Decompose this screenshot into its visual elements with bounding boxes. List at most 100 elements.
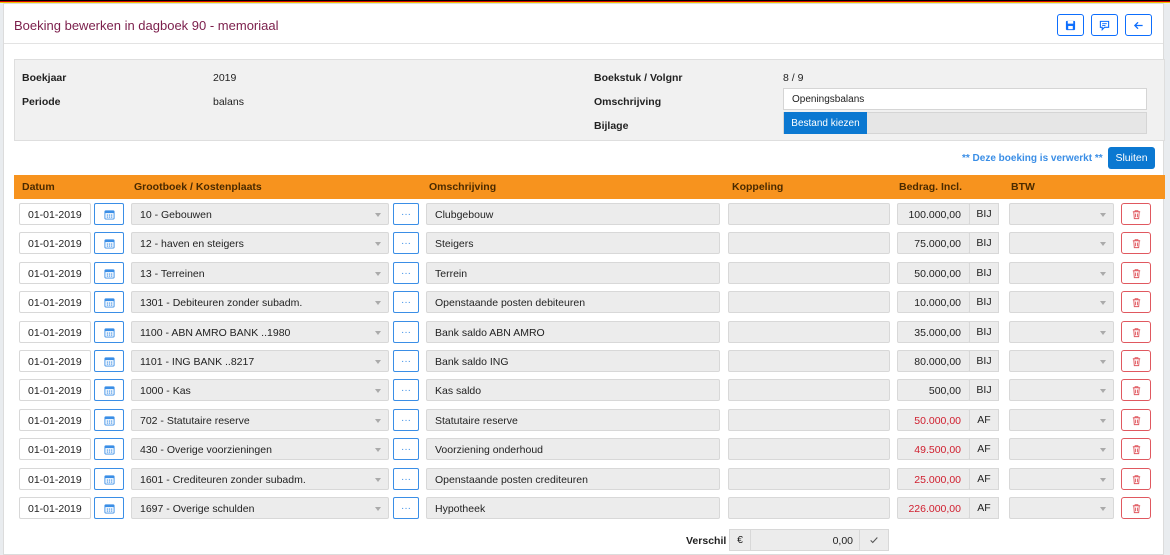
btw-select[interactable] — [1009, 409, 1114, 431]
description-field[interactable]: Openstaande posten debiteuren — [426, 291, 720, 313]
account-select[interactable]: 1101 - ING BANK ..8217 — [131, 350, 389, 372]
more-options-button[interactable]: ··· — [393, 379, 419, 401]
koppeling-field[interactable] — [728, 291, 890, 313]
amount-field[interactable]: 50.000,00 — [897, 262, 970, 284]
description-field[interactable]: Terrein — [426, 262, 720, 284]
more-options-button[interactable]: ··· — [393, 468, 419, 490]
btw-select[interactable] — [1009, 321, 1114, 343]
btw-select[interactable] — [1009, 350, 1114, 372]
calendar-button[interactable] — [94, 409, 124, 431]
omschrijving-field[interactable]: Openingsbalans — [783, 88, 1147, 110]
calendar-button[interactable] — [94, 262, 124, 284]
description-field[interactable]: Openstaande posten crediteuren — [426, 468, 720, 490]
description-field[interactable]: Kas saldo — [426, 379, 720, 401]
btw-select[interactable] — [1009, 497, 1114, 519]
description-field[interactable]: Bank saldo ING — [426, 350, 720, 372]
calendar-button[interactable] — [94, 379, 124, 401]
btw-select[interactable] — [1009, 468, 1114, 490]
amount-field[interactable]: 25.000,00 — [897, 468, 970, 490]
close-button[interactable]: Sluiten — [1108, 147, 1155, 169]
btw-select[interactable] — [1009, 203, 1114, 225]
amount-field[interactable]: 500,00 — [897, 379, 970, 401]
btw-select[interactable] — [1009, 291, 1114, 313]
date-field[interactable]: 01-01-2019 — [19, 262, 91, 284]
calendar-button[interactable] — [94, 468, 124, 490]
description-field[interactable]: Statutaire reserve — [426, 409, 720, 431]
more-options-button[interactable]: ··· — [393, 409, 419, 431]
koppeling-field[interactable] — [728, 350, 890, 372]
btw-select[interactable] — [1009, 438, 1114, 460]
delete-row-button[interactable] — [1121, 379, 1151, 401]
amount-field[interactable]: 35.000,00 — [897, 321, 970, 343]
koppeling-field[interactable] — [728, 379, 890, 401]
koppeling-field[interactable] — [728, 262, 890, 284]
account-select[interactable]: 1601 - Crediteuren zonder subadm. — [131, 468, 389, 490]
delete-row-button[interactable] — [1121, 291, 1151, 313]
comment-button[interactable] — [1091, 14, 1118, 36]
koppeling-field[interactable] — [728, 438, 890, 460]
amount-field[interactable]: 226.000,00 — [897, 497, 970, 519]
delete-row-button[interactable] — [1121, 438, 1151, 460]
delete-row-button[interactable] — [1121, 232, 1151, 254]
koppeling-field[interactable] — [728, 497, 890, 519]
more-options-button[interactable]: ··· — [393, 262, 419, 284]
calendar-button[interactable] — [94, 203, 124, 225]
account-select[interactable]: 1000 - Kas — [131, 379, 389, 401]
amount-field[interactable]: 75.000,00 — [897, 232, 970, 254]
amount-field[interactable]: 49.500,00 — [897, 438, 970, 460]
more-options-button[interactable]: ··· — [393, 291, 419, 313]
calendar-button[interactable] — [94, 232, 124, 254]
more-options-button[interactable]: ··· — [393, 497, 419, 519]
date-field[interactable]: 01-01-2019 — [19, 350, 91, 372]
account-select[interactable]: 12 - haven en steigers — [131, 232, 389, 254]
date-field[interactable]: 01-01-2019 — [19, 497, 91, 519]
more-options-button[interactable]: ··· — [393, 321, 419, 343]
koppeling-field[interactable] — [728, 203, 890, 225]
description-field[interactable]: Steigers — [426, 232, 720, 254]
amount-field[interactable]: 50.000,00 — [897, 409, 970, 431]
date-field[interactable]: 01-01-2019 — [19, 379, 91, 401]
delete-row-button[interactable] — [1121, 203, 1151, 225]
date-field[interactable]: 01-01-2019 — [19, 291, 91, 313]
back-button[interactable] — [1125, 14, 1152, 36]
koppeling-field[interactable] — [728, 468, 890, 490]
more-options-button[interactable]: ··· — [393, 203, 419, 225]
more-options-button[interactable]: ··· — [393, 350, 419, 372]
date-field[interactable]: 01-01-2019 — [19, 409, 91, 431]
calendar-button[interactable] — [94, 350, 124, 372]
koppeling-field[interactable] — [728, 232, 890, 254]
koppeling-field[interactable] — [728, 409, 890, 431]
delete-row-button[interactable] — [1121, 468, 1151, 490]
choose-file-button[interactable]: Bestand kiezen — [784, 112, 867, 134]
account-select[interactable]: 1301 - Debiteuren zonder subadm. — [131, 291, 389, 313]
more-options-button[interactable]: ··· — [393, 438, 419, 460]
koppeling-field[interactable] — [728, 321, 890, 343]
amount-field[interactable]: 80.000,00 — [897, 350, 970, 372]
date-field[interactable]: 01-01-2019 — [19, 438, 91, 460]
save-button[interactable] — [1057, 14, 1084, 36]
date-field[interactable]: 01-01-2019 — [19, 232, 91, 254]
btw-select[interactable] — [1009, 232, 1114, 254]
account-select[interactable]: 1100 - ABN AMRO BANK ..1980 — [131, 321, 389, 343]
description-field[interactable]: Voorziening onderhoud — [426, 438, 720, 460]
amount-field[interactable]: 10.000,00 — [897, 291, 970, 313]
calendar-button[interactable] — [94, 438, 124, 460]
calendar-button[interactable] — [94, 497, 124, 519]
btw-select[interactable] — [1009, 262, 1114, 284]
delete-row-button[interactable] — [1121, 409, 1151, 431]
account-select[interactable]: 10 - Gebouwen — [131, 203, 389, 225]
description-field[interactable]: Hypotheek — [426, 497, 720, 519]
delete-row-button[interactable] — [1121, 321, 1151, 343]
delete-row-button[interactable] — [1121, 262, 1151, 284]
account-select[interactable]: 1697 - Overige schulden — [131, 497, 389, 519]
delete-row-button[interactable] — [1121, 350, 1151, 372]
description-field[interactable]: Clubgebouw — [426, 203, 720, 225]
calendar-button[interactable] — [94, 321, 124, 343]
more-options-button[interactable]: ··· — [393, 232, 419, 254]
date-field[interactable]: 01-01-2019 — [19, 321, 91, 343]
account-select[interactable]: 430 - Overige voorzieningen — [131, 438, 389, 460]
delete-row-button[interactable] — [1121, 497, 1151, 519]
calendar-button[interactable] — [94, 291, 124, 313]
date-field[interactable]: 01-01-2019 — [19, 203, 91, 225]
btw-select[interactable] — [1009, 379, 1114, 401]
